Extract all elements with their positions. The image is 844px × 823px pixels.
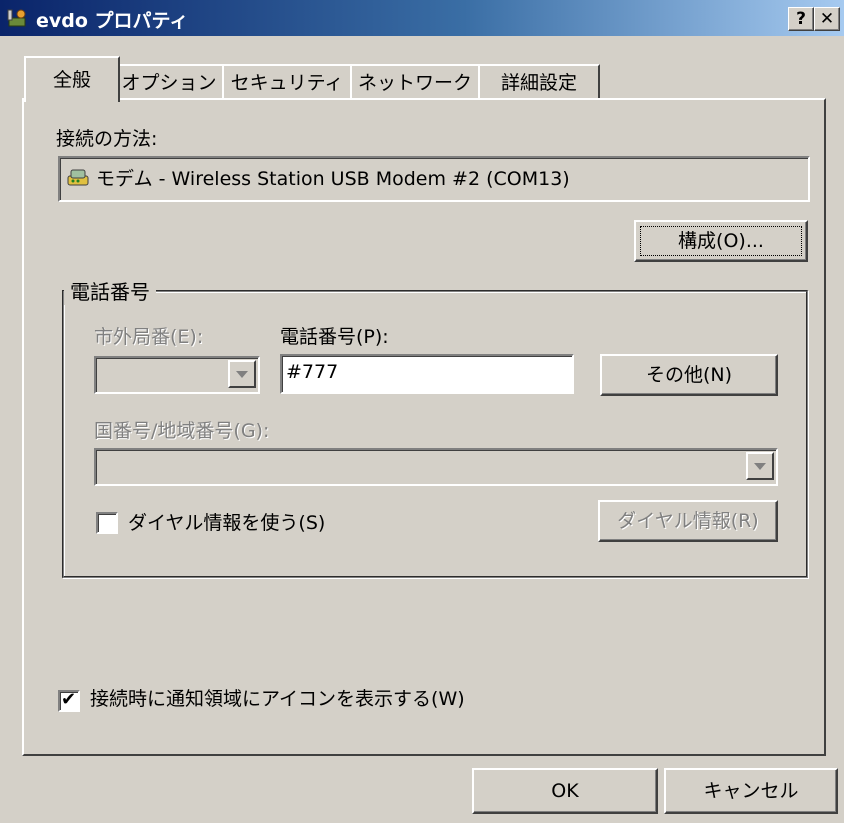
area-code-label: 市外局番(E): xyxy=(94,326,204,348)
connection-icon xyxy=(7,9,26,27)
check-mark-icon: ✔ xyxy=(61,689,77,710)
phone-number-value: #777 xyxy=(286,361,339,383)
phone-group-label: 電話番号 xyxy=(64,276,156,305)
tab-security[interactable]: セキュリティ xyxy=(222,64,352,100)
show-icon-checkbox[interactable]: ✔ xyxy=(58,689,80,712)
focus-indicator xyxy=(640,226,802,256)
cancel-button[interactable]: キャンセル xyxy=(664,768,838,814)
properties-dialog: evdo プロパティ ? ✕ 全般 オプション セキュリティ ネットワーク 詳細… xyxy=(0,0,844,823)
tab-options[interactable]: オプション xyxy=(114,64,224,100)
help-button[interactable]: ? xyxy=(788,7,814,31)
modem-icon xyxy=(67,169,89,186)
close-button[interactable]: ✕ xyxy=(814,7,840,31)
area-code-dropdown[interactable] xyxy=(94,356,260,394)
device-name: モデム - Wireless Station USB Modem #2 (COM… xyxy=(96,168,570,190)
country-code-dropdown[interactable] xyxy=(94,448,778,486)
use-dialing-rules-checkbox[interactable] xyxy=(96,512,118,534)
tab-advanced[interactable]: 詳細設定 xyxy=(478,64,600,100)
use-dialing-rules-label: ダイヤル情報を使う(S) xyxy=(128,512,326,534)
tab-networking[interactable]: ネットワーク xyxy=(350,64,480,100)
phone-number-label: 電話番号(P): xyxy=(280,326,389,348)
configure-button[interactable]: 構成(O)... xyxy=(634,220,808,262)
general-tab-panel: 接続の方法: モデム - Wireless Station USB Modem … xyxy=(22,98,826,756)
phone-number-field[interactable]: #777 xyxy=(280,354,574,394)
chevron-down-icon[interactable] xyxy=(228,360,256,388)
title-bar[interactable]: evdo プロパティ ? ✕ xyxy=(0,0,844,36)
show-icon-label: 接続時に通知領域にアイコンを表示する(W) xyxy=(90,688,465,710)
device-list[interactable]: モデム - Wireless Station USB Modem #2 (COM… xyxy=(58,156,810,202)
alternates-button[interactable]: その他(N) xyxy=(600,354,778,396)
tab-general[interactable]: 全般 xyxy=(24,56,120,102)
dialing-rules-button[interactable]: ダイヤル情報(R) xyxy=(598,500,778,542)
chevron-down-icon[interactable] xyxy=(746,452,774,480)
connect-using-label: 接続の方法: xyxy=(56,128,158,150)
country-code-label: 国番号/地域番号(G): xyxy=(94,420,270,442)
ok-button[interactable]: OK xyxy=(472,768,658,814)
window-title: evdo プロパティ xyxy=(36,10,189,32)
